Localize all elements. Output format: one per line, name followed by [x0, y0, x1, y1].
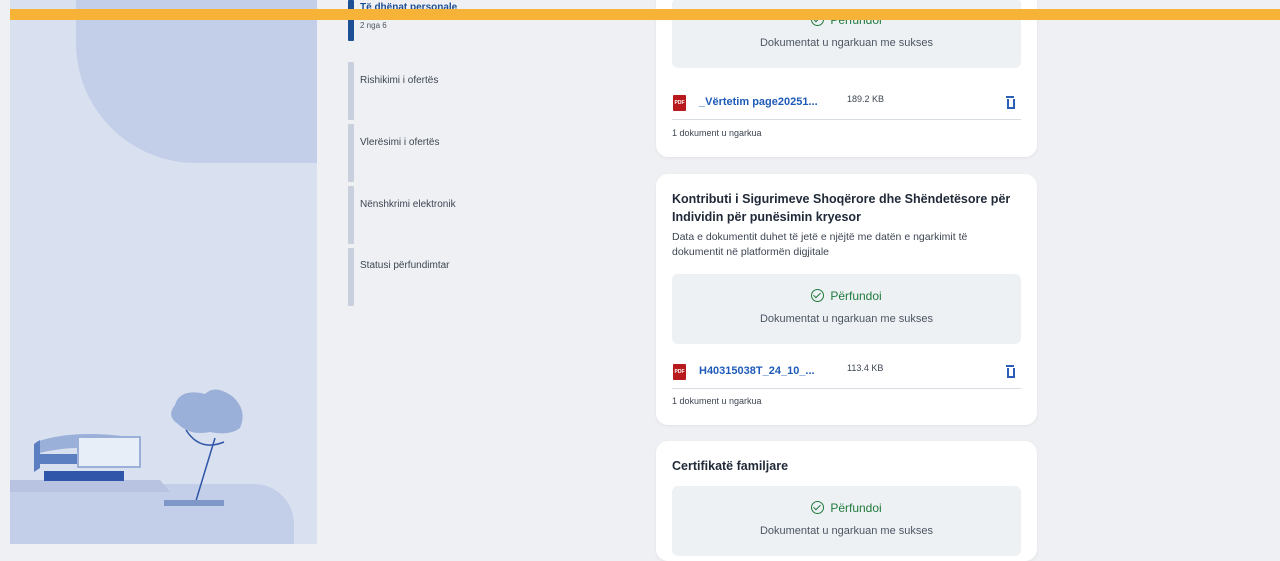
step-offer-evaluation[interactable]: Vlerësimi i ofertës: [348, 124, 608, 182]
check-circle-icon: [811, 289, 825, 302]
status-label: Përfundoi: [830, 501, 882, 515]
illustration-panel: [10, 0, 317, 544]
pdf-file-icon: PDF: [673, 95, 686, 111]
document-card-family-certificate: Certifikatë familjare Përfundoi Dokument…: [656, 441, 1037, 561]
step-label: Statusi përfundimtar: [360, 260, 450, 271]
upload-status-box: Përfundoi Dokumentat u ngarkuan me sukse…: [672, 274, 1021, 344]
status-completed: Përfundoi: [672, 287, 1021, 303]
step-indicator: [348, 124, 354, 182]
uploaded-count: 1 dokument u ngarkua: [672, 128, 762, 138]
background-shape: [76, 0, 317, 163]
step-offer-review[interactable]: Rishikimi i ofertës: [348, 62, 608, 120]
upload-status-box: Përfundoi Dokumentat u ngarkuan me sukse…: [672, 486, 1021, 556]
status-message: Dokumentat u ngarkuan me sukses: [759, 37, 934, 49]
status-completed: Përfundoi: [672, 499, 1021, 515]
step-progress: 2 nga 6: [360, 21, 387, 30]
step-electronic-signature[interactable]: Nënshkrimi elektronik: [348, 186, 608, 244]
trash-icon: [1006, 96, 1014, 98]
delete-file-button[interactable]: [1004, 95, 1018, 111]
step-personal-data[interactable]: Të dhënat personale 2 nga 6: [348, 0, 608, 42]
check-circle-icon: [811, 501, 825, 514]
step-final-status[interactable]: Statusi përfundimtar: [348, 248, 608, 306]
step-indicator: [348, 62, 354, 120]
status-message: Dokumentat u ngarkuan me sukses: [759, 313, 934, 325]
step-indicator: [348, 248, 354, 306]
card-description: Data e dokumentit duhet të jetë e njëjtë…: [672, 231, 968, 258]
file-name-link[interactable]: H40315038T_24_10_...: [699, 365, 815, 377]
step-indicator: [348, 186, 354, 244]
progress-stepper: Të dhënat personale 2 nga 6 Rishikimi i …: [348, 0, 618, 310]
file-name-link[interactable]: _Vërtetim page20251...: [699, 96, 818, 108]
document-card-certificate: Përfundoi Dokumentat u ngarkuan me sukse…: [656, 0, 1037, 157]
card-title: Kontributi i Sigurimeve Shoqërore dhe Sh…: [672, 192, 1011, 224]
status-message: Dokumentat u ngarkuan me sukses: [759, 525, 934, 537]
status-label: Përfundoi: [830, 289, 882, 303]
step-label: Vlerësimi i ofertës: [360, 137, 440, 148]
step-label: Rishikimi i ofertës: [360, 75, 439, 86]
file-size: 113.4 KB: [847, 363, 884, 373]
card-title: Certifikatë familjare: [672, 459, 789, 473]
file-size: 189.2 KB: [847, 94, 885, 104]
step-label: Nënshkrimi elektronik: [360, 199, 456, 210]
trash-icon: [1006, 365, 1014, 367]
document-card-social-insurance: Kontributi i Sigurimeve Shoqërore dhe Sh…: [656, 174, 1037, 425]
uploaded-file-row: PDF H40315038T_24_10_... 113.4 KB: [672, 362, 1021, 389]
step-indicator: [348, 0, 354, 41]
uploaded-file-row: PDF _Vërtetim page20251... 189.2 KB: [672, 93, 1021, 120]
pdf-file-icon: PDF: [673, 364, 686, 380]
desk-illustration: [10, 389, 243, 506]
delete-file-button[interactable]: [1004, 364, 1018, 380]
uploaded-count: 1 dokument u ngarkua: [672, 396, 762, 406]
progress-bar: [10, 9, 1280, 20]
